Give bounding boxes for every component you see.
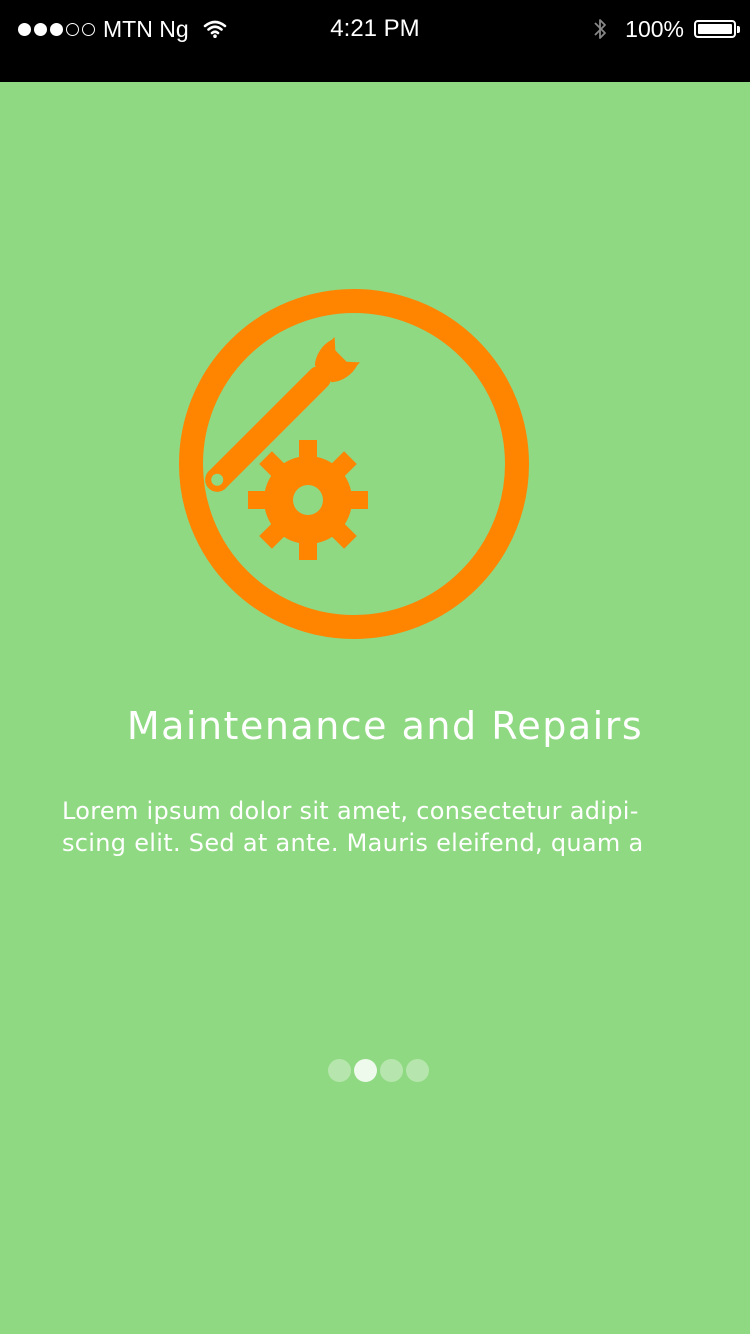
page-description: Lorem ipsum dolor sit amet, consectetur … [62,797,644,857]
page-dot-2[interactable] [353,1059,377,1082]
battery-indicator: 100% [625,15,740,43]
page-dot-3[interactable] [379,1059,403,1082]
page-indicator[interactable] [0,1059,750,1082]
status-bar: MTN Ng 4:21 PM 100% [0,0,750,82]
bluetooth-icon [593,16,607,42]
page-dot-4[interactable] [405,1059,429,1082]
page-dot-1[interactable] [327,1059,351,1082]
battery-percent: 100% [625,15,684,42]
battery-icon [694,20,740,38]
status-right: 100% [593,14,740,44]
maintenance-wrench-gear-icon [179,289,529,639]
page-title: Maintenance and Repairs [126,704,644,748]
